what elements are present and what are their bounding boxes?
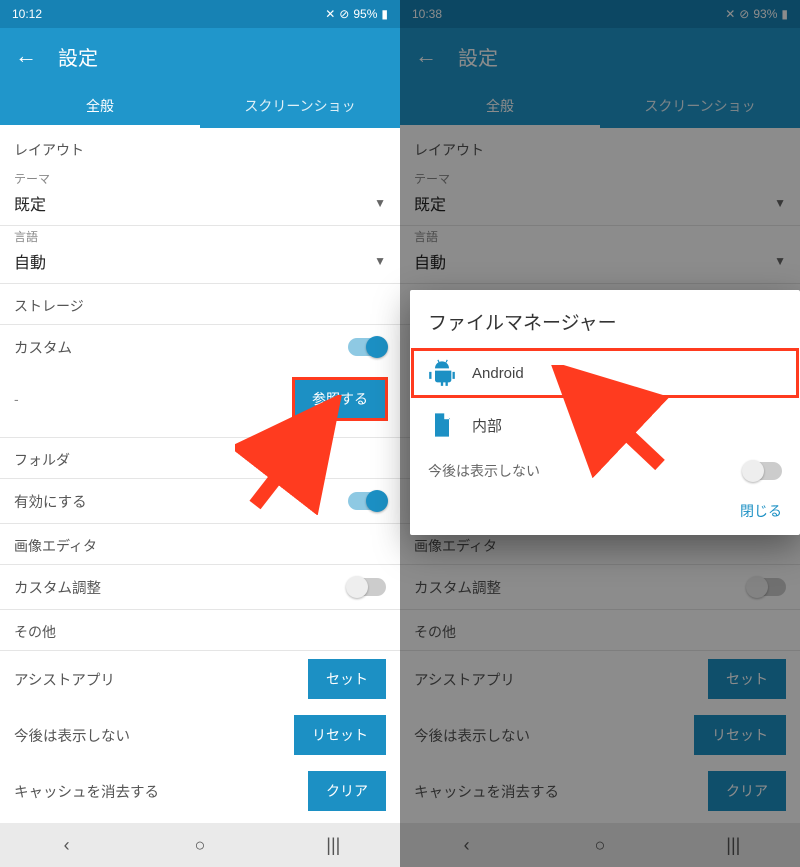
android-icon [428, 359, 456, 387]
do-not-disturb-icon: ⊘ [339, 7, 349, 21]
titlebar: ← 設定 [400, 28, 800, 84]
theme-label: テーマ [400, 168, 800, 187]
dialog-actions: 閉じる [410, 495, 800, 535]
cache-label: キャッシュを消去する [14, 781, 159, 802]
status-time: 10:12 [12, 7, 42, 21]
battery-icon: ▮ [381, 7, 388, 21]
chevron-down-icon: ▼ [374, 196, 386, 210]
nav-back-icon[interactable]: ‹ [400, 835, 533, 856]
theme-value: 既定 [14, 191, 46, 215]
status-icons: ✕ ⊘ 95% ▮ [325, 7, 388, 21]
chevron-down-icon: ▼ [374, 254, 386, 268]
dialog-item-label: 内部 [472, 415, 502, 436]
chevron-down-icon: ▼ [774, 254, 786, 268]
assist-label: アシストアプリ [14, 669, 115, 690]
status-icons: ✕ ⊘ 93% ▮ [725, 7, 788, 21]
adjust-row[interactable]: カスタム調整 [0, 565, 400, 609]
hide-label: 今後は表示しない [14, 725, 130, 746]
enable-label: 有効にする [14, 491, 87, 512]
battery-text: 95% [353, 7, 377, 21]
statusbar: 10:12 ✕ ⊘ 95% ▮ [0, 0, 400, 28]
annotation-arrow [520, 365, 670, 485]
back-arrow-icon[interactable]: ← [12, 42, 40, 70]
tab-general[interactable]: 全般 [0, 84, 200, 128]
nav-recent-icon[interactable]: ||| [667, 835, 800, 856]
clear-button[interactable]: クリア [308, 771, 386, 811]
page-title: 設定 [458, 42, 498, 71]
theme-dropdown[interactable]: 既定 ▼ [0, 187, 400, 226]
adjust-toggle[interactable] [348, 578, 386, 596]
tab-screenshot[interactable]: スクリーンショッ [200, 84, 400, 128]
reset-button[interactable]: リセット [294, 715, 386, 755]
tab-general[interactable]: 全般 [400, 84, 600, 128]
titlebar: ← 設定 [0, 28, 400, 84]
tabs: 全般 スクリーンショッ [400, 84, 800, 128]
lang-label: 言語 [0, 226, 400, 245]
mute-icon: ✕ [325, 7, 335, 21]
statusbar: 10:38 ✕ ⊘ 93% ▮ [400, 0, 800, 28]
do-not-disturb-icon: ⊘ [739, 7, 749, 21]
custom-row[interactable]: カスタム [0, 325, 400, 369]
path-value: - [14, 391, 19, 407]
section-other: その他 [0, 610, 400, 650]
annotation-arrow [235, 395, 355, 515]
tabs: 全般 スクリーンショッ [0, 84, 400, 128]
set-button[interactable]: セット [308, 659, 386, 699]
theme-dropdown[interactable]: 既定 ▼ [400, 187, 800, 226]
assist-row: アシストアプリ セット [0, 651, 400, 707]
section-layout: レイアウト [400, 128, 800, 168]
lang-label: 言語 [400, 226, 800, 245]
nav-back-icon[interactable]: ‹ [0, 835, 133, 856]
nav-home-icon[interactable]: ○ [133, 835, 266, 856]
section-editor: 画像エディタ [0, 524, 400, 564]
screen-left: 10:12 ✕ ⊘ 95% ▮ ← 設定 全般 スクリーンショッ レイアウト テ… [0, 0, 400, 867]
navbar: ‹ ○ ||| [0, 823, 400, 867]
page-title: 設定 [58, 42, 98, 71]
battery-text: 93% [753, 7, 777, 21]
adjust-label: カスタム調整 [14, 577, 101, 598]
lang-dropdown[interactable]: 自動 ▼ [400, 245, 800, 284]
theme-label: テーマ [0, 168, 400, 187]
mute-icon: ✕ [725, 7, 735, 21]
nav-recent-icon[interactable]: ||| [267, 835, 400, 856]
lang-value: 自動 [14, 249, 46, 273]
cache-row: キャッシュを消去する クリア [0, 763, 400, 819]
back-arrow-icon[interactable]: ← [412, 42, 440, 70]
dialog-item-label: Android [472, 365, 524, 382]
section-storage: ストレージ [0, 284, 400, 324]
file-icon [428, 411, 456, 439]
navbar: ‹ ○ ||| [400, 823, 800, 867]
nav-home-icon[interactable]: ○ [533, 835, 666, 856]
lang-dropdown[interactable]: 自動 ▼ [0, 245, 400, 284]
screen-right: 10:38 ✕ ⊘ 93% ▮ ← 設定 全般 スクリーンショッ レイアウト テ… [400, 0, 800, 867]
dont-show-toggle[interactable] [744, 462, 782, 480]
dialog-title: ファイルマネージャー [410, 290, 800, 347]
close-button[interactable]: 閉じる [740, 501, 782, 521]
custom-toggle[interactable] [348, 338, 386, 356]
hide-row: 今後は表示しない リセット [0, 707, 400, 763]
custom-label: カスタム [14, 337, 72, 358]
tab-screenshot[interactable]: スクリーンショッ [600, 84, 800, 128]
battery-icon: ▮ [781, 7, 788, 21]
chevron-down-icon: ▼ [774, 196, 786, 210]
section-layout: レイアウト [0, 128, 400, 168]
status-time: 10:38 [412, 7, 442, 21]
